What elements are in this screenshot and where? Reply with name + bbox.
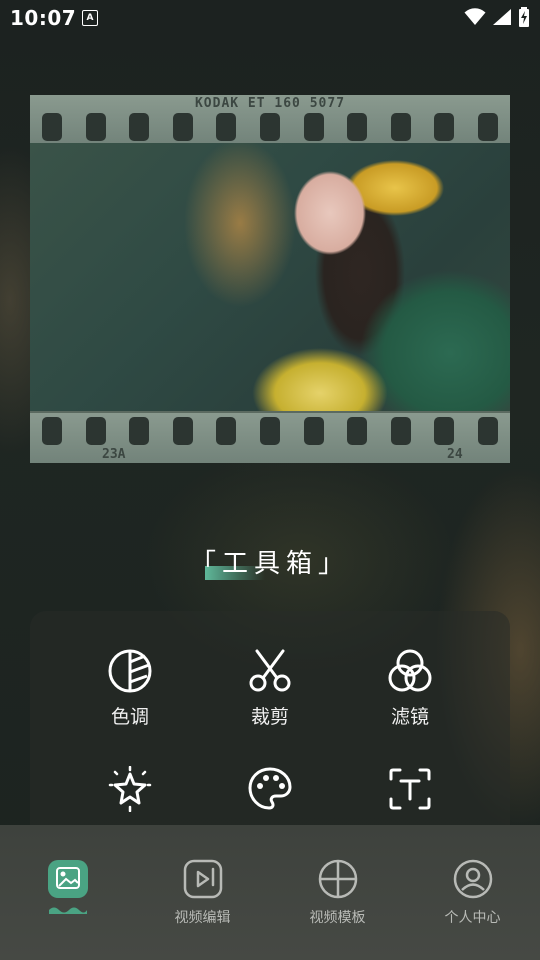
tool-filter[interactable]: 滤镜: [350, 648, 470, 729]
wifi-icon: [464, 8, 486, 25]
signal-icon: [493, 9, 511, 25]
color-tone-icon: [108, 649, 152, 693]
gallery-icon: [47, 860, 88, 914]
tool-palette[interactable]: [210, 766, 330, 820]
tool-color-tone[interactable]: 色调: [70, 648, 190, 729]
video-template-icon: [318, 859, 357, 899]
frame-number-right: 24: [447, 447, 463, 462]
profile-icon: [453, 859, 492, 899]
film-code-text: KODAK ET 160 5077: [194, 96, 346, 111]
status-bar: 10:07 A: [0, 0, 540, 36]
battery-charging-icon: [519, 7, 529, 27]
nav-tab-video-edit[interactable]: 视频编辑: [135, 859, 270, 927]
tool-effects[interactable]: [70, 766, 190, 820]
palette-icon: [248, 767, 292, 810]
text-frame-icon: [389, 768, 431, 810]
tool-label: 裁剪: [250, 706, 289, 728]
scissors-icon: [249, 649, 291, 692]
nav-label: 视频编辑: [174, 910, 231, 926]
film-preview-image[interactable]: KODAK ET 160 5077 23A 24: [30, 95, 510, 463]
frame-number-left: 23A: [102, 447, 126, 462]
film-strip-top: KODAK ET 160 5077: [30, 95, 510, 145]
tool-crop[interactable]: 裁剪: [210, 648, 330, 729]
film-strip-bottom: 23A 24: [30, 413, 510, 463]
notification-a-icon: A: [82, 10, 98, 26]
system-icons: [464, 7, 530, 27]
filter-circles-icon: [388, 649, 432, 692]
sparkle-star-icon: [108, 766, 152, 812]
video-edit-icon: [183, 859, 222, 899]
tool-label: 色调: [110, 706, 149, 728]
portrait-photo: [30, 143, 510, 411]
tool-text[interactable]: [350, 766, 470, 820]
nav-label: 视频模板: [309, 910, 366, 926]
bottom-nav: 视频编辑 视频模板 个人中心: [0, 825, 540, 960]
nav-tab-video-template[interactable]: 视频模板: [270, 859, 405, 927]
tool-label: 滤镜: [390, 706, 429, 728]
toolbox-title: 「工具箱」: [189, 549, 350, 579]
status-time: 10:07: [10, 6, 77, 30]
nav-tab-gallery[interactable]: [0, 859, 135, 929]
nav-tab-profile[interactable]: 个人中心: [405, 859, 540, 927]
nav-label: 个人中心: [444, 910, 501, 926]
